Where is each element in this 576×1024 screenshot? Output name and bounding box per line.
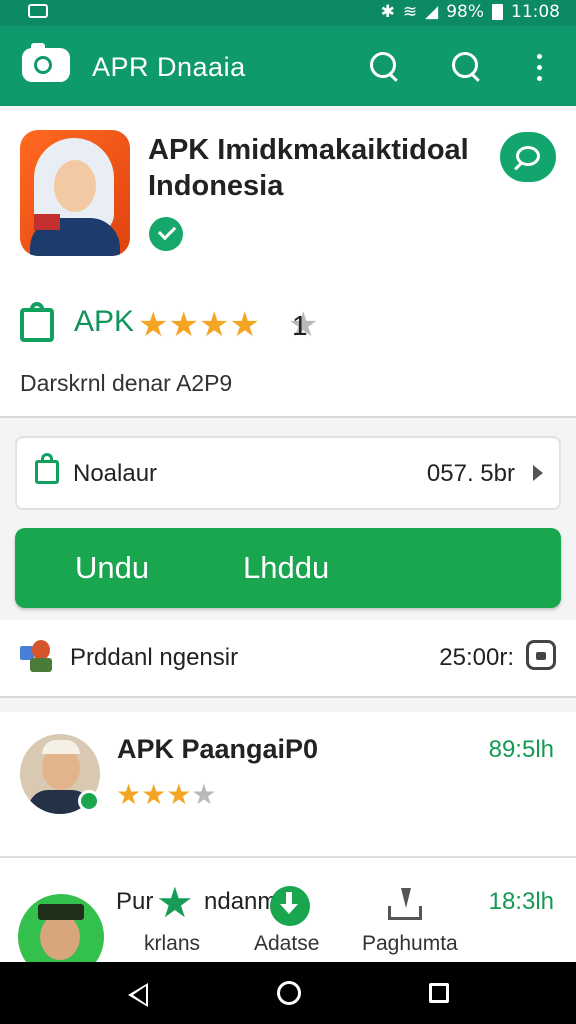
- shopping-bag-icon: [20, 302, 54, 342]
- list-item-name-2: ndanm: [204, 888, 278, 915]
- star-icon: ★★★: [116, 778, 192, 811]
- search-icon[interactable]: [366, 48, 402, 84]
- rating-stars: ★★★★: [116, 778, 216, 811]
- version-value: 25:00r:: [439, 644, 514, 671]
- star-icon: ★: [168, 305, 199, 345]
- list-item-size: 89:5lh: [488, 736, 554, 763]
- app-bar: APR Dnaaia: [0, 26, 576, 106]
- file-info-card[interactable]: Noalaur 057. 5br: [15, 436, 561, 510]
- list-item[interactable]: APK PaangaiP0 ★★★★ 89:5lh: [0, 712, 576, 858]
- list-item-name: Pur: [116, 888, 154, 915]
- download-button[interactable]: Undu Lhddu: [15, 528, 561, 608]
- rating-value: 1: [292, 310, 308, 341]
- verified-badge-icon: [78, 790, 100, 812]
- back-icon[interactable]: [128, 983, 148, 1007]
- camera-icon[interactable]: [22, 43, 70, 82]
- battery-icon: [492, 4, 503, 20]
- download-icon[interactable]: [270, 886, 310, 926]
- search-fab-button[interactable]: [500, 132, 556, 182]
- version-label: Prddanl ngensir: [70, 644, 239, 671]
- search-icon-2[interactable]: [448, 48, 484, 84]
- star-icon[interactable]: ★: [156, 882, 194, 924]
- version-row[interactable]: Prddanl ngensir 25:00r:: [0, 620, 576, 698]
- developer-label: Darskrnl denar A2P9: [20, 370, 233, 396]
- notification-icon: [28, 4, 48, 18]
- clock: 11:08: [511, 2, 560, 22]
- wifi-icon: ≋: [402, 2, 418, 22]
- star-icon: ★: [198, 305, 230, 345]
- download-button-label-2: Lhddu: [243, 550, 330, 585]
- app-icon: [20, 130, 130, 256]
- recents-icon[interactable]: [429, 983, 449, 1003]
- download-tray-icon[interactable]: [388, 888, 422, 920]
- lock-icon: [35, 453, 59, 484]
- list-item[interactable]: Pur ★ ndanm 18:3lh krlans Adatse Paghumt…: [0, 858, 576, 980]
- apk-label: APK: [74, 305, 135, 338]
- more-vert-icon[interactable]: [537, 54, 543, 87]
- verified-icon: [149, 217, 183, 251]
- star-icon: ★: [138, 305, 169, 345]
- status-icons: ✱ ≋ ◢ 98% 11:08: [381, 2, 560, 22]
- app-title: APK Imidkmakaiktidoal: [148, 134, 469, 166]
- chevron-right-icon: [533, 465, 543, 481]
- android-icon: [526, 640, 556, 670]
- star-empty-icon: ★: [191, 778, 217, 811]
- download-button-label: Undu: [75, 550, 150, 585]
- list-item-size: 18:3lh: [488, 888, 554, 915]
- tab-label[interactable]: krlans: [144, 932, 200, 956]
- status-bar: ✱ ≋ ◢ 98% 11:08: [0, 0, 576, 26]
- bluetooth-icon: ✱: [380, 2, 395, 22]
- app-header-card: APK Imidkmakaiktidoal Indonesia APK ★★★★…: [0, 110, 576, 418]
- file-size: 057. 5br: [426, 460, 515, 487]
- home-icon[interactable]: [277, 981, 301, 1005]
- app-title-line2: Indonesia: [148, 170, 284, 202]
- file-label: Noalaur: [73, 460, 158, 487]
- app-bar-title: APR Dnaaia: [92, 52, 246, 82]
- system-nav-bar: [0, 962, 576, 1024]
- puzzle-icon: [20, 640, 56, 672]
- tab-label[interactable]: Paghumta: [362, 932, 458, 956]
- tab-label[interactable]: Adatse: [254, 932, 319, 956]
- star-icon: ★: [229, 305, 260, 345]
- list-item-name: APK PaangaiP0: [117, 734, 319, 764]
- battery-text: 98%: [446, 2, 484, 22]
- signal-icon: ◢: [425, 2, 439, 22]
